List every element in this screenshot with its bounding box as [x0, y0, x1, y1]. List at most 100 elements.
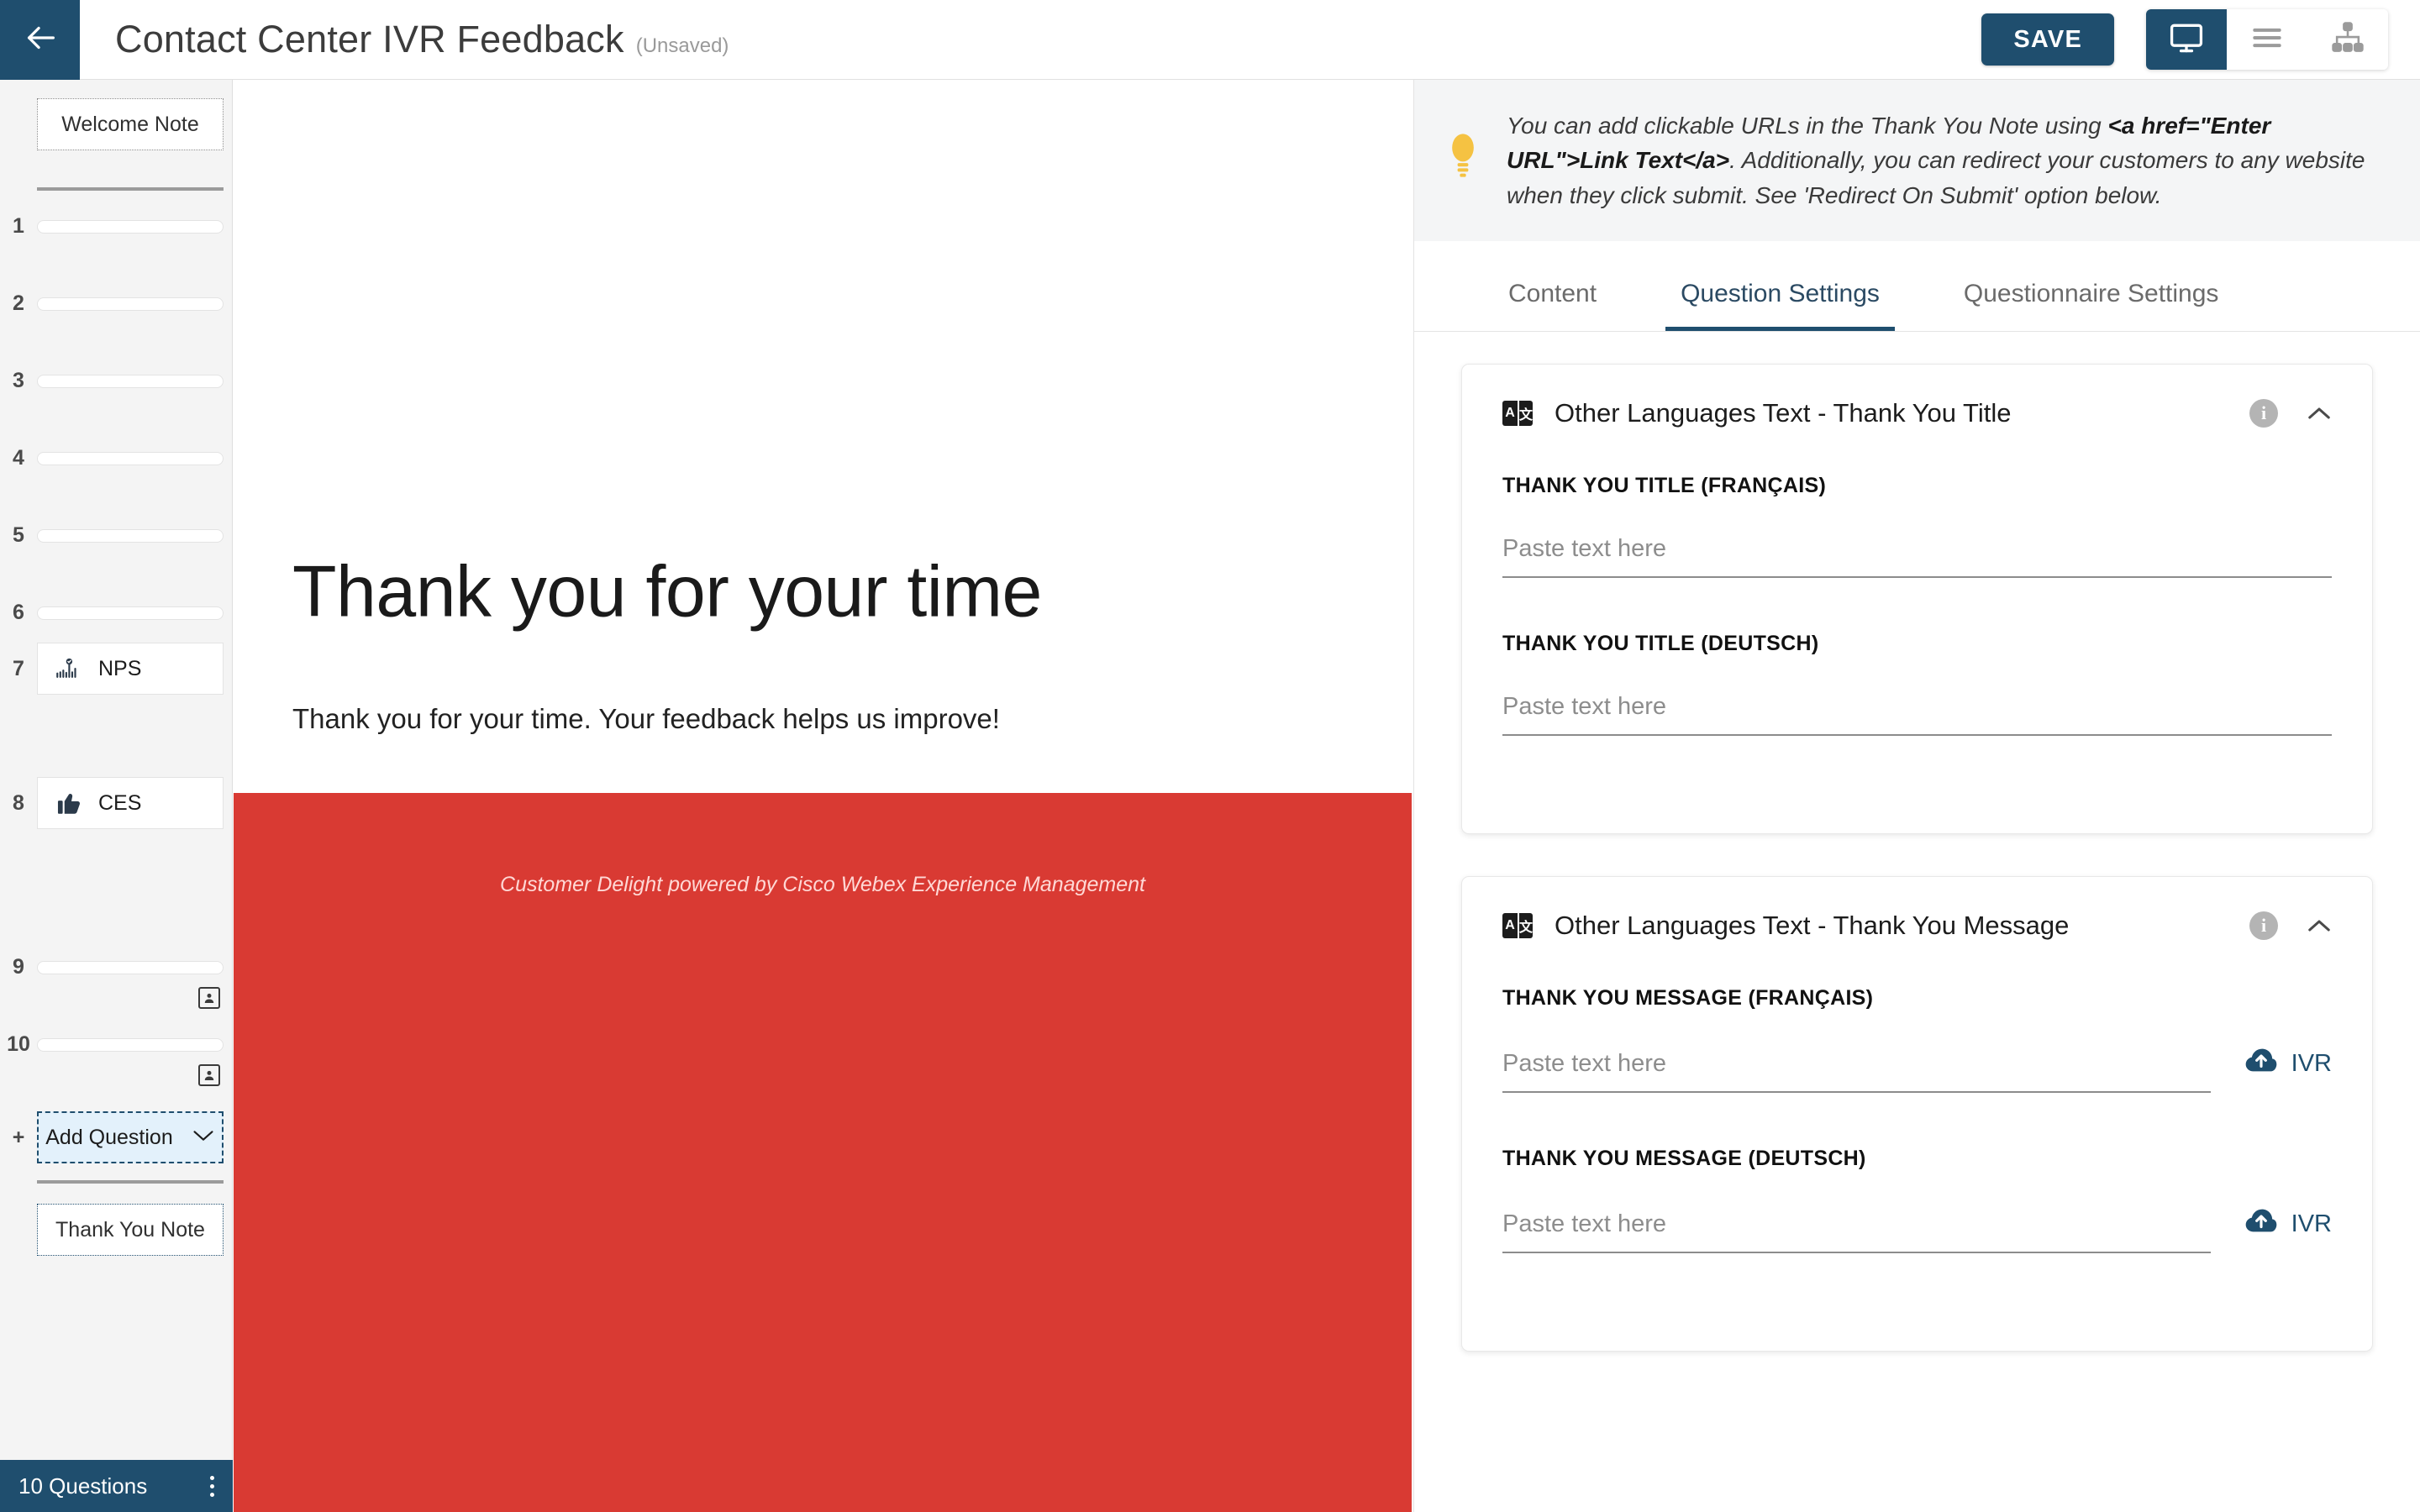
sidebar-question-10[interactable]: 10 [0, 1032, 233, 1057]
question-number: 8 [13, 790, 24, 815]
sidebar-question-6[interactable]: 6 [0, 601, 233, 625]
question-placeholder-bar[interactable] [37, 374, 224, 388]
sidebar-question-9[interactable]: 9 [0, 955, 233, 979]
header-title-group: Contact Center IVR Feedback (Unsaved) [80, 18, 729, 61]
tip-text: You can add clickable URLs in the Thank … [1507, 108, 2383, 213]
settings-tabs: Content Question Settings Questionnaire … [1414, 241, 2420, 333]
tip-part1: You can add clickable URLs in the Thank … [1507, 113, 2108, 139]
vertical-dots-icon[interactable] [210, 1475, 214, 1497]
card-other-languages-thank-you-message: A文 Other Languages Text - Thank You Mess… [1461, 876, 2373, 1352]
contact-card-icon[interactable] [198, 1064, 220, 1086]
question-card-ces[interactable]: CES [37, 777, 224, 829]
sidebar-question-1[interactable]: 1 [0, 214, 233, 239]
field-label: THANK YOU MESSAGE (FRANÇAIS) [1502, 986, 1874, 1011]
ivr-upload-button-francais[interactable]: IVR [2244, 1047, 2332, 1093]
save-button[interactable]: SAVE [1981, 13, 2114, 66]
thank-you-title-deutsch-input[interactable] [1502, 693, 2332, 737]
question-number: 2 [13, 291, 24, 315]
sidebar-question-5[interactable]: 5 [0, 523, 233, 548]
question-number: 3 [13, 369, 24, 392]
question-placeholder-bar[interactable] [37, 606, 224, 620]
cloud-upload-icon [2244, 1208, 2278, 1240]
list-view-button[interactable] [2227, 9, 2307, 70]
sidebar-divider-bottom [37, 1180, 224, 1184]
sitemap-icon [2329, 19, 2366, 60]
flow-view-button[interactable] [2307, 9, 2388, 70]
add-question-button[interactable]: Add Question [37, 1111, 224, 1163]
welcome-note-chip[interactable]: Welcome Note [37, 98, 224, 150]
question-label: CES [98, 790, 142, 815]
monitor-icon [2168, 19, 2205, 60]
question-count-label: 10 Questions [18, 1473, 148, 1499]
thank-you-message-francais-input[interactable] [1502, 1050, 2211, 1094]
tab-content[interactable]: Content [1493, 280, 1612, 331]
field-thank-you-message-francais: THANK YOU MESSAGE (FRANÇAIS) IVR [1502, 986, 2332, 1094]
info-icon[interactable]: i [2249, 911, 2278, 941]
sidebar-question-7[interactable]: 7 NPS [0, 643, 233, 695]
question-placeholder-bar[interactable] [37, 528, 224, 543]
question-number: 7 [13, 656, 24, 680]
tab-questionnaire-settings[interactable]: Questionnaire Settings [1949, 280, 2234, 331]
back-button[interactable] [0, 0, 80, 80]
preview-thank-you-section: Thank you for your time Thank you for yo… [234, 80, 1412, 793]
view-mode-group [2146, 9, 2388, 70]
question-card-nps[interactable]: NPS [37, 643, 224, 695]
header-actions: SAVE [1981, 9, 2420, 70]
translate-icon: A文 [1502, 401, 1533, 427]
question-number: 1 [13, 214, 24, 238]
field-label: THANK YOU TITLE (DEUTSCH) [1502, 632, 1819, 656]
sidebar-question-8[interactable]: 8 CES [0, 777, 233, 829]
card-bottom-spacer [1502, 751, 2332, 798]
field-label: THANK YOU MESSAGE (DEUTSCH) [1502, 1147, 1866, 1171]
ivr-label: IVR [2291, 1049, 2332, 1077]
sidebar-question-2[interactable]: 2 [0, 291, 233, 316]
preview-desktop-button[interactable] [2146, 9, 2227, 70]
sidebar-question-3[interactable]: 3 [0, 369, 233, 393]
field-gap [1502, 593, 2332, 632]
info-icon[interactable]: i [2249, 399, 2278, 428]
card-actions: i [2249, 911, 2332, 941]
thank-you-message-deutsch-input[interactable] [1502, 1210, 2211, 1254]
field-thank-you-message-deutsch: THANK YOU MESSAGE (DEUTSCH) IVR [1502, 1147, 2332, 1254]
preview-thank-you-message: Thank you for your time. Your feedback h… [292, 703, 1000, 734]
chevron-up-icon[interactable] [2307, 917, 2332, 934]
nps-gauge-icon [38, 654, 98, 683]
ivr-upload-button-deutsch[interactable]: IVR [2244, 1208, 2332, 1253]
question-placeholder-bar[interactable] [37, 1037, 224, 1052]
sidebar-question-4[interactable]: 4 [0, 446, 233, 470]
add-question-label: Add Question [45, 1125, 173, 1149]
field-label: THANK YOU TITLE (FRANÇAIS) [1502, 474, 1827, 498]
lightbulb-icon [1443, 108, 1483, 181]
app-header: Contact Center IVR Feedback (Unsaved) SA… [0, 0, 2420, 80]
sidebar-divider-top [37, 187, 224, 191]
chevron-up-icon[interactable] [2307, 405, 2332, 422]
tab-question-settings[interactable]: Question Settings [1665, 280, 1895, 332]
field-input-row: IVR [1502, 1047, 2332, 1094]
preview-canvas: Thank you for your time Thank you for yo… [234, 80, 1412, 1512]
preview-footer-text: Customer Delight powered by Cisco Webex … [500, 873, 1145, 896]
hamburger-icon [2249, 19, 2286, 60]
contact-card-icon[interactable] [198, 987, 220, 1009]
question-placeholder-bar[interactable] [37, 297, 224, 311]
add-question-row: + Add Question [0, 1111, 233, 1163]
card-title: Other Languages Text - Thank You Title [1555, 398, 2012, 428]
field-input-row: IVR [1502, 1208, 2332, 1254]
status-bar: 10 Questions [0, 1460, 233, 1512]
preview-thank-you-title: Thank you for your time [292, 551, 1042, 633]
thank-you-note-chip[interactable]: Thank You Note [37, 1204, 224, 1256]
cloud-upload-icon [2244, 1047, 2278, 1079]
question-placeholder-bar[interactable] [37, 219, 224, 234]
question-number: 9 [13, 955, 24, 979]
field-thank-you-title-deutsch: THANK YOU TITLE (DEUTSCH) [1502, 632, 2332, 737]
card-bottom-spacer [1502, 1268, 2332, 1315]
question-number: 4 [13, 446, 24, 470]
question-number: 6 [13, 601, 24, 624]
question-placeholder-bar[interactable] [37, 451, 224, 465]
field-gap [1502, 1108, 2332, 1147]
question-number: 10 [7, 1032, 30, 1056]
settings-cards: A文 Other Languages Text - Thank You Titl… [1414, 332, 2420, 1425]
question-placeholder-bar[interactable] [37, 960, 224, 974]
preview-footer: Customer Delight powered by Cisco Webex … [234, 793, 1412, 1512]
tip-banner: You can add clickable URLs in the Thank … [1414, 80, 2420, 242]
thank-you-title-francais-input[interactable] [1502, 535, 2332, 579]
